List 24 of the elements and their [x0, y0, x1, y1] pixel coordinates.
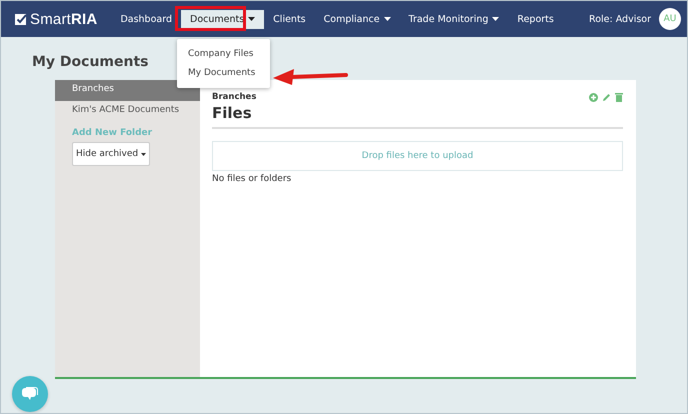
brand-name[interactable]: SmartRIA	[30, 10, 98, 28]
nav-item[interactable]: Compliance	[314, 10, 400, 28]
folder-item[interactable]: Kim's ACME Documents	[55, 101, 200, 122]
empty-message: No files or folders	[212, 174, 292, 184]
caret-icon	[141, 152, 146, 156]
nav-item[interactable]: Clients	[264, 10, 315, 28]
nav-item[interactable]: Trade Monitoring	[400, 10, 508, 28]
page-title: My Documents	[32, 54, 149, 72]
pencil-icon[interactable]	[602, 92, 611, 102]
checkbox-logo-icon	[15, 13, 27, 25]
nav-item[interactable]: Dashboard	[111, 10, 181, 28]
trash-icon[interactable]	[615, 92, 623, 102]
add-icon[interactable]	[589, 92, 598, 102]
highlight-frame	[175, 6, 246, 31]
chat-bubble-icon	[22, 387, 38, 401]
role-label: Role: Advisor	[589, 14, 651, 24]
archive-filter-dropdown[interactable]: Hide archived	[72, 142, 150, 166]
folder-item[interactable]: Branches	[55, 80, 200, 101]
chat-button[interactable]	[12, 376, 48, 412]
breadcrumb: Branches	[212, 92, 256, 102]
nav-item[interactable]: Documents	[181, 10, 264, 28]
menu-item[interactable]: Company Files	[177, 46, 270, 65]
section-title: Files	[212, 104, 623, 129]
nav-item[interactable]: Reports	[508, 10, 563, 28]
